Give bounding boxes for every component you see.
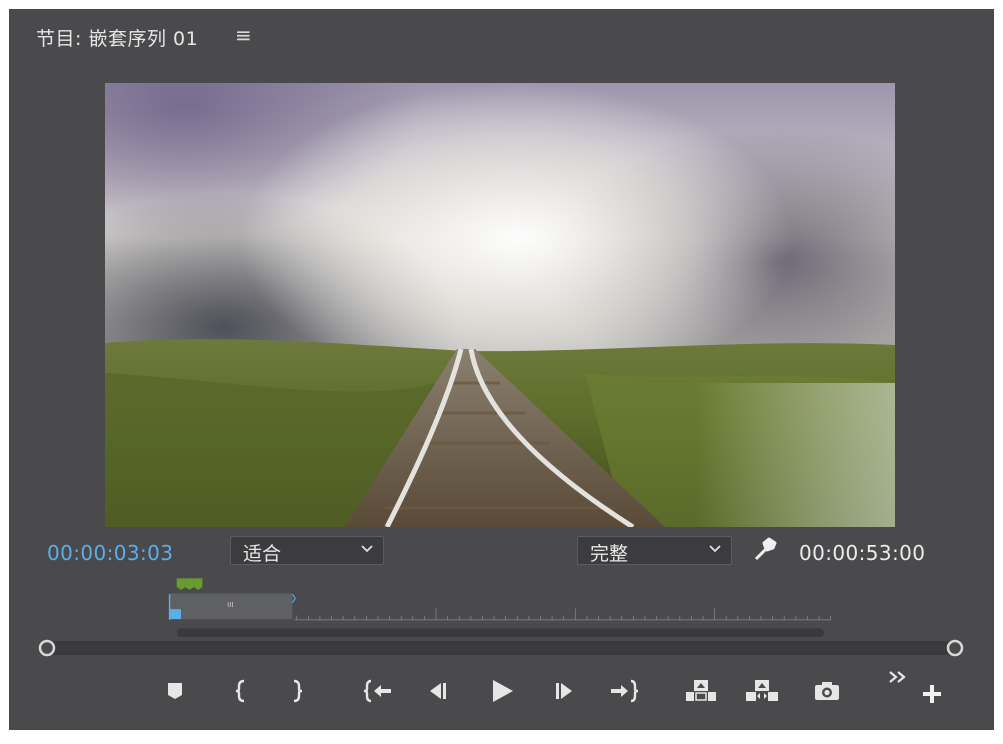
playback-resolution-value: 完整 (590, 543, 629, 565)
time-ruler[interactable] (35, 577, 967, 637)
chevron-down-icon (361, 545, 373, 553)
wrench-icon[interactable] (753, 537, 779, 563)
scrollbar-left-handle[interactable] (38, 639, 56, 657)
zoom-scrollbar[interactable] (176, 628, 824, 637)
plus-icon[interactable] (921, 683, 943, 705)
marker-flag[interactable] (193, 578, 203, 590)
panel-header: 节目: 嵌套序列 01 ≡ (9, 9, 994, 59)
program-monitor-panel: 节目: 嵌套序列 01 ≡ 00:00:03:03 适合 完整 00:00:53… (9, 9, 994, 730)
mark-out-icon[interactable] (291, 679, 303, 703)
marker-flag[interactable] (176, 578, 186, 590)
playhead[interactable] (169, 609, 181, 620)
extract-icon[interactable] (745, 679, 779, 703)
mark-in-icon[interactable] (235, 679, 247, 703)
go-to-out-icon[interactable] (609, 679, 639, 703)
scrollbar-right-handle[interactable] (946, 639, 964, 657)
zoom-level-value: 适合 (243, 543, 282, 565)
double-chevron-right-icon[interactable] (887, 669, 909, 685)
hamburger-menu-icon[interactable]: ≡ (235, 23, 252, 47)
panel-title[interactable]: 节目: 嵌套序列 01 (36, 24, 198, 51)
current-timecode[interactable]: 00:00:03:03 (47, 541, 173, 565)
video-frame-image (105, 83, 895, 527)
ruler-ticks (293, 608, 831, 621)
step-back-icon[interactable] (427, 681, 449, 701)
marker-flag[interactable] (185, 578, 194, 590)
zoom-level-select[interactable]: 适合 (230, 536, 384, 565)
zoom-scrollbar-handles[interactable] (35, 637, 975, 661)
video-preview[interactable] (105, 83, 895, 527)
marker-group[interactable] (176, 578, 203, 590)
transport-controls (9, 669, 994, 714)
add-marker-icon[interactable] (166, 681, 184, 701)
go-to-in-icon[interactable] (363, 679, 393, 703)
chevron-down-icon (709, 545, 721, 553)
camera-icon[interactable] (813, 680, 841, 702)
lift-icon[interactable] (685, 679, 717, 703)
step-forward-icon[interactable] (553, 681, 575, 701)
work-area-bar[interactable] (169, 593, 293, 620)
play-icon[interactable] (489, 678, 515, 704)
playback-resolution-select[interactable]: 完整 (577, 536, 732, 565)
scrollbar-track[interactable] (47, 641, 953, 655)
duration-timecode: 00:00:53:00 (799, 541, 926, 565)
